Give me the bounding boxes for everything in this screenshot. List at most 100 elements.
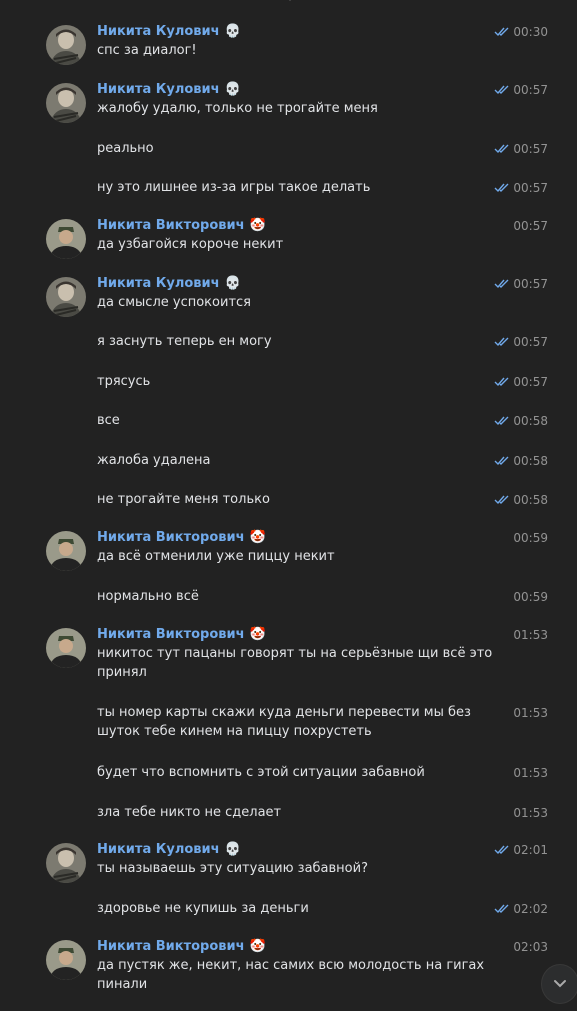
message-time: 00:59 bbox=[513, 530, 548, 546]
author-name[interactable]: Никита Кулович 💀 bbox=[97, 82, 241, 98]
message-time-text: 01:53 bbox=[513, 766, 548, 780]
message-time-text: 00:57 bbox=[513, 181, 548, 195]
message-time: 00:57 bbox=[513, 218, 548, 234]
message-text: ты номер карты скажи куда деньги перевес… bbox=[97, 705, 471, 739]
message-time-text: 00:30 bbox=[513, 25, 548, 39]
double-check-icon bbox=[494, 904, 509, 914]
message-time-text: 00:57 bbox=[513, 375, 548, 389]
double-check-icon bbox=[494, 144, 509, 154]
avatar[interactable] bbox=[46, 25, 86, 65]
double-check-icon bbox=[494, 337, 509, 347]
message-text: спс за диалог! bbox=[97, 43, 197, 58]
double-check-icon bbox=[494, 456, 509, 466]
author-name[interactable]: Никита Кулович 💀 bbox=[97, 24, 241, 40]
status-emoji: 🤡 bbox=[249, 627, 266, 642]
double-check-icon bbox=[494, 416, 509, 426]
avatar[interactable] bbox=[46, 843, 86, 883]
top-marker-icon bbox=[289, 0, 291, 1]
message-time: 00:57 bbox=[494, 334, 548, 350]
avatar[interactable] bbox=[46, 940, 86, 980]
message-text: трясусь bbox=[97, 374, 151, 389]
message-history: Никита Кулович 💀 спс за диалог! 00:30 Никита… bbox=[0, 0, 577, 1011]
author-name-text[interactable]: Никита Викторович bbox=[97, 218, 245, 233]
message-time-text: 02:01 bbox=[513, 843, 548, 857]
message-time-text: 02:02 bbox=[513, 902, 548, 916]
message-time-text: 00:59 bbox=[513, 590, 548, 604]
double-check-icon bbox=[494, 377, 509, 387]
message-time-text: 00:57 bbox=[513, 335, 548, 349]
status-emoji: 🤡 bbox=[249, 530, 266, 545]
message-time: 01:53 bbox=[513, 765, 548, 781]
avatar[interactable] bbox=[46, 277, 86, 317]
message-text: да смысле успокоится bbox=[97, 295, 251, 310]
author-name[interactable]: Никита Кулович 💀 bbox=[97, 842, 241, 858]
double-check-icon bbox=[494, 27, 509, 37]
message-time-text: 01:53 bbox=[513, 706, 548, 720]
message-time: 02:01 bbox=[494, 842, 548, 858]
message-time-text: 00:58 bbox=[513, 414, 548, 428]
message-time-text: 00:57 bbox=[513, 142, 548, 156]
author-name[interactable]: Никита Викторович 🤡 bbox=[97, 530, 266, 546]
message-time: 00:57 bbox=[494, 374, 548, 390]
message-time: 01:53 bbox=[513, 705, 548, 721]
message-text: да всё отменили уже пиццу некит bbox=[97, 549, 335, 564]
message-time: 00:58 bbox=[494, 453, 548, 469]
message-time: 00:58 bbox=[494, 413, 548, 429]
message-text: да узбагойся короче некит bbox=[97, 237, 284, 252]
message-time: 00:57 bbox=[494, 82, 548, 98]
message-time: 00:30 bbox=[494, 24, 548, 40]
message-text: реально bbox=[97, 141, 154, 156]
double-check-icon bbox=[494, 85, 509, 95]
message-text: зла тебе никто не сделает bbox=[97, 805, 282, 820]
message-time-text: 01:53 bbox=[513, 628, 548, 642]
message-time: 02:03 bbox=[513, 939, 548, 955]
status-emoji: 💀 bbox=[224, 842, 241, 857]
message-time-text: 00:57 bbox=[513, 83, 548, 97]
author-name[interactable]: Никита Викторович 🤡 bbox=[97, 939, 266, 955]
message-time: 00:57 bbox=[494, 180, 548, 196]
status-emoji: 🤡 bbox=[249, 218, 266, 233]
message-text: жалоба удалена bbox=[97, 453, 211, 468]
author-name-text[interactable]: Никита Кулович bbox=[97, 82, 220, 97]
scroll-down-button[interactable] bbox=[541, 964, 577, 1004]
double-check-icon bbox=[494, 183, 509, 193]
author-name-text[interactable]: Никита Кулович bbox=[97, 276, 220, 291]
message-time-text: 00:58 bbox=[513, 454, 548, 468]
author-name-text[interactable]: Никита Викторович bbox=[97, 939, 245, 954]
author-name[interactable]: Никита Кулович 💀 bbox=[97, 276, 241, 292]
author-name[interactable]: Никита Викторович 🤡 bbox=[97, 218, 266, 234]
message-time: 01:53 bbox=[513, 627, 548, 643]
message-time: 02:02 bbox=[494, 901, 548, 917]
avatar[interactable] bbox=[46, 628, 86, 668]
message-time-text: 01:53 bbox=[513, 806, 548, 820]
author-name-text[interactable]: Никита Викторович bbox=[97, 627, 245, 642]
message-text: все bbox=[97, 413, 120, 428]
message-text: здоровье не купишь за деньги bbox=[97, 901, 309, 916]
status-emoji: 💀 bbox=[224, 82, 241, 97]
chevron-down-icon bbox=[554, 980, 566, 988]
author-name[interactable]: Никита Викторович 🤡 bbox=[97, 627, 266, 643]
message-text: никитос тут пацаны говорят ты на серьёзн… bbox=[97, 646, 493, 680]
message-time-text: 00:59 bbox=[513, 531, 548, 545]
message-time-text: 00:57 bbox=[513, 219, 548, 233]
message-time-text: 00:58 bbox=[513, 493, 548, 507]
status-emoji: 🤡 bbox=[249, 939, 266, 954]
status-emoji: 💀 bbox=[224, 24, 241, 39]
message-text: да пустяк же, некит, нас самих всю молод… bbox=[97, 958, 485, 992]
author-name-text[interactable]: Никита Кулович bbox=[97, 24, 220, 39]
message-time: 00:59 bbox=[513, 589, 548, 605]
status-emoji: 💀 bbox=[224, 276, 241, 291]
double-check-icon bbox=[494, 279, 509, 289]
message-time: 01:53 bbox=[513, 805, 548, 821]
message-text: ну это лишнее из-за игры такое делать bbox=[97, 180, 371, 195]
double-check-icon bbox=[494, 845, 509, 855]
avatar[interactable] bbox=[46, 83, 86, 123]
author-name-text[interactable]: Никита Кулович bbox=[97, 842, 220, 857]
message-text: будет что вспомнить с этой ситуации заба… bbox=[97, 765, 425, 780]
avatar[interactable] bbox=[46, 219, 86, 259]
message-text: не трогайте меня только bbox=[97, 492, 270, 507]
message-time-text: 00:57 bbox=[513, 277, 548, 291]
author-name-text[interactable]: Никита Викторович bbox=[97, 530, 245, 545]
message-text: я заснуть теперь ен могу bbox=[97, 334, 272, 349]
avatar[interactable] bbox=[46, 531, 86, 571]
